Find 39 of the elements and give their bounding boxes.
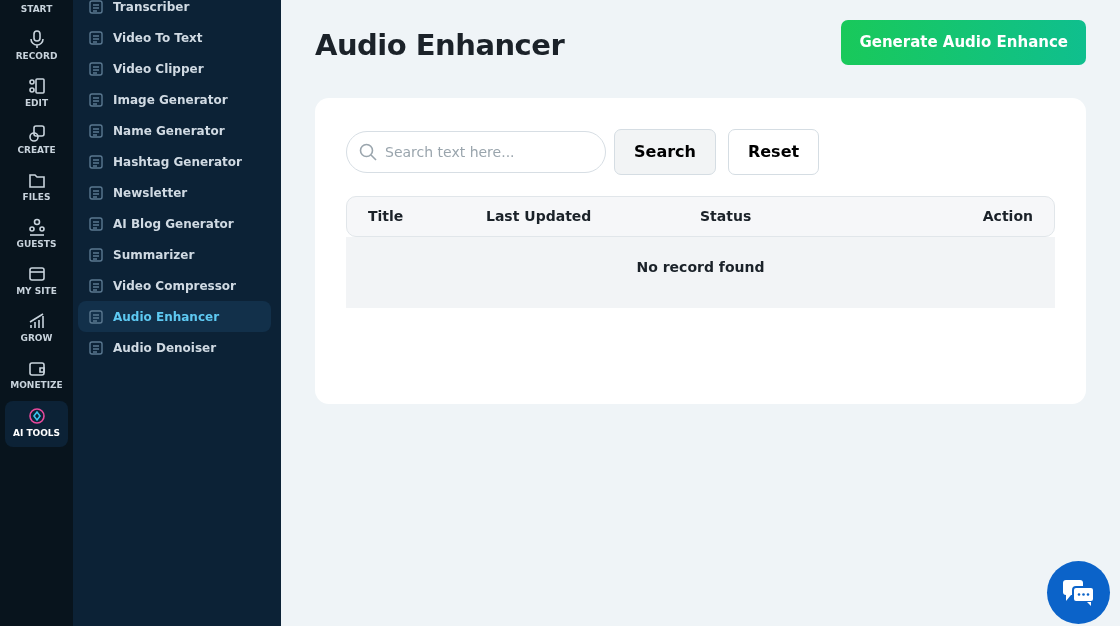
reset-button[interactable]: Reset	[727, 128, 820, 175]
submenu-item[interactable]: Video To Text	[78, 22, 271, 53]
rail-item[interactable]: AI TOOLS	[5, 401, 68, 447]
microphone-icon	[27, 30, 46, 49]
empty-message: No record found	[636, 257, 765, 277]
rail-item[interactable]: FILES	[5, 166, 68, 210]
bar-chart-icon	[27, 312, 46, 331]
rail-item[interactable]: MONETIZE	[5, 354, 68, 398]
rail-item[interactable]: EDIT	[5, 72, 68, 116]
rail-item[interactable]: GUESTS	[5, 213, 68, 257]
chat-icon	[1061, 578, 1096, 607]
search-button[interactable]: Search	[614, 128, 716, 175]
people-icon	[27, 218, 46, 237]
submenu-item[interactable]: Newsletter	[78, 177, 271, 208]
rail-item[interactable]: CREATE	[5, 119, 68, 163]
sparkle-circle-icon	[27, 407, 46, 426]
rail-item[interactable]: GROW	[5, 307, 68, 351]
rail-item[interactable]: MY SITE	[5, 260, 68, 304]
folder-icon	[27, 171, 46, 190]
search-field[interactable]: Search text here...	[346, 130, 606, 173]
column-header: Last Updated	[486, 206, 593, 226]
wallet-icon	[27, 359, 46, 378]
submenu-item[interactable]: Video Compressor	[78, 270, 271, 301]
submenu-item[interactable]: Image Generator	[78, 84, 271, 115]
rail-item[interactable]: START	[5, 0, 68, 22]
page-title: Audio Enhancer	[315, 28, 565, 63]
submenu-item[interactable]: Hashtag Generator	[78, 146, 271, 177]
submenu-item[interactable]: Audio Denoiser	[78, 332, 271, 363]
submenu-item[interactable]: Audio Enhancer	[78, 301, 271, 332]
column-header: Action	[982, 206, 1033, 226]
submenu-item[interactable]: Name Generator	[78, 115, 271, 146]
column-header: Status	[700, 206, 753, 226]
submenu-item[interactable]: AI Blog Generator	[78, 208, 271, 239]
submenu-item[interactable]: Video Clipper	[78, 53, 271, 84]
browser-icon	[27, 265, 46, 284]
submenu-item[interactable]: Summarizer	[78, 239, 271, 270]
column-header: Title	[368, 206, 405, 226]
rail-item[interactable]: RECORD	[5, 25, 68, 69]
submenu-item[interactable]: Transcriber	[78, 0, 271, 22]
